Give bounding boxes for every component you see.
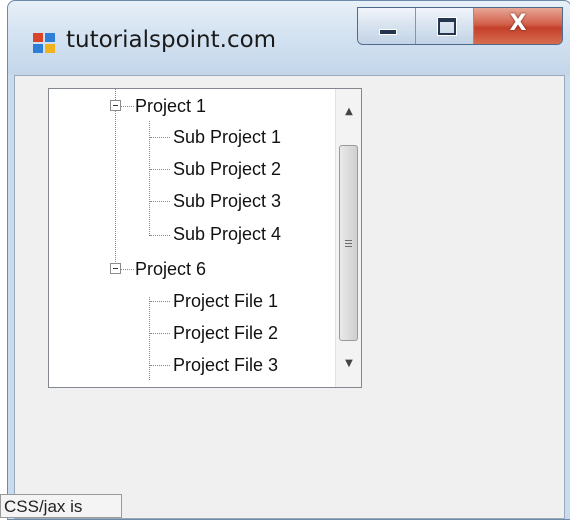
tree-node-project-file-1[interactable]: Project File 1	[173, 285, 278, 317]
window-title: tutorialspoint.com	[66, 27, 277, 53]
tree-root-line	[115, 89, 116, 268]
tree-node-project-file-3[interactable]: Project File 3	[173, 349, 278, 381]
tree-branch-line	[149, 121, 150, 236]
minimize-button[interactable]	[358, 8, 416, 44]
collapse-toggle-icon[interactable]	[110, 100, 121, 111]
tree-connector	[150, 235, 170, 236]
tree-node-sub-project-3[interactable]: Sub Project 3	[173, 185, 281, 217]
tree-connector	[150, 201, 170, 202]
close-button[interactable]: X	[474, 8, 562, 44]
tree-connector	[150, 137, 170, 138]
caption-buttons: X	[357, 7, 563, 45]
tree-view[interactable]: Project 1 Sub Project 1 Sub Project 2 Su…	[48, 88, 362, 388]
vertical-scrollbar[interactable]: ▲ ▼	[335, 89, 361, 387]
maximize-button[interactable]	[416, 8, 474, 44]
close-icon: X	[509, 11, 527, 36]
tree-connector	[150, 365, 170, 366]
tree-connector	[150, 301, 170, 302]
form-client-area: Project 1 Sub Project 1 Sub Project 2 Su…	[14, 75, 565, 519]
scroll-down-icon[interactable]: ▼	[336, 353, 362, 375]
title-bar[interactable]: tutorialspoint.com X	[8, 1, 570, 75]
tree-branch-line	[149, 297, 150, 380]
scrollbar-thumb[interactable]	[339, 145, 358, 341]
windows-form-icon	[33, 33, 55, 53]
scroll-up-icon[interactable]: ▲	[336, 101, 362, 123]
tree-node-project-file-2[interactable]: Project File 2	[173, 317, 278, 349]
maximize-icon	[438, 18, 456, 35]
tree-node-project-1[interactable]: Project 1	[135, 90, 206, 122]
tree-content: Project 1 Sub Project 1 Sub Project 2 Su…	[49, 89, 335, 387]
tree-node-sub-project-4[interactable]: Sub Project 4	[173, 218, 281, 250]
app-window: tutorialspoint.com X Project 1 Sub Proje…	[7, 0, 570, 520]
tree-connector	[150, 169, 170, 170]
tree-connector	[121, 106, 134, 107]
tree-connector	[150, 333, 170, 334]
tree-node-sub-project-1[interactable]: Sub Project 1	[173, 121, 281, 153]
tooltip-overlay: CSS/jax is	[0, 494, 122, 518]
tree-node-project-6[interactable]: Project 6	[135, 253, 206, 285]
minimize-icon	[379, 29, 397, 35]
tree-node-sub-project-2[interactable]: Sub Project 2	[173, 153, 281, 185]
tree-connector	[121, 269, 134, 270]
collapse-toggle-icon[interactable]	[110, 263, 121, 274]
